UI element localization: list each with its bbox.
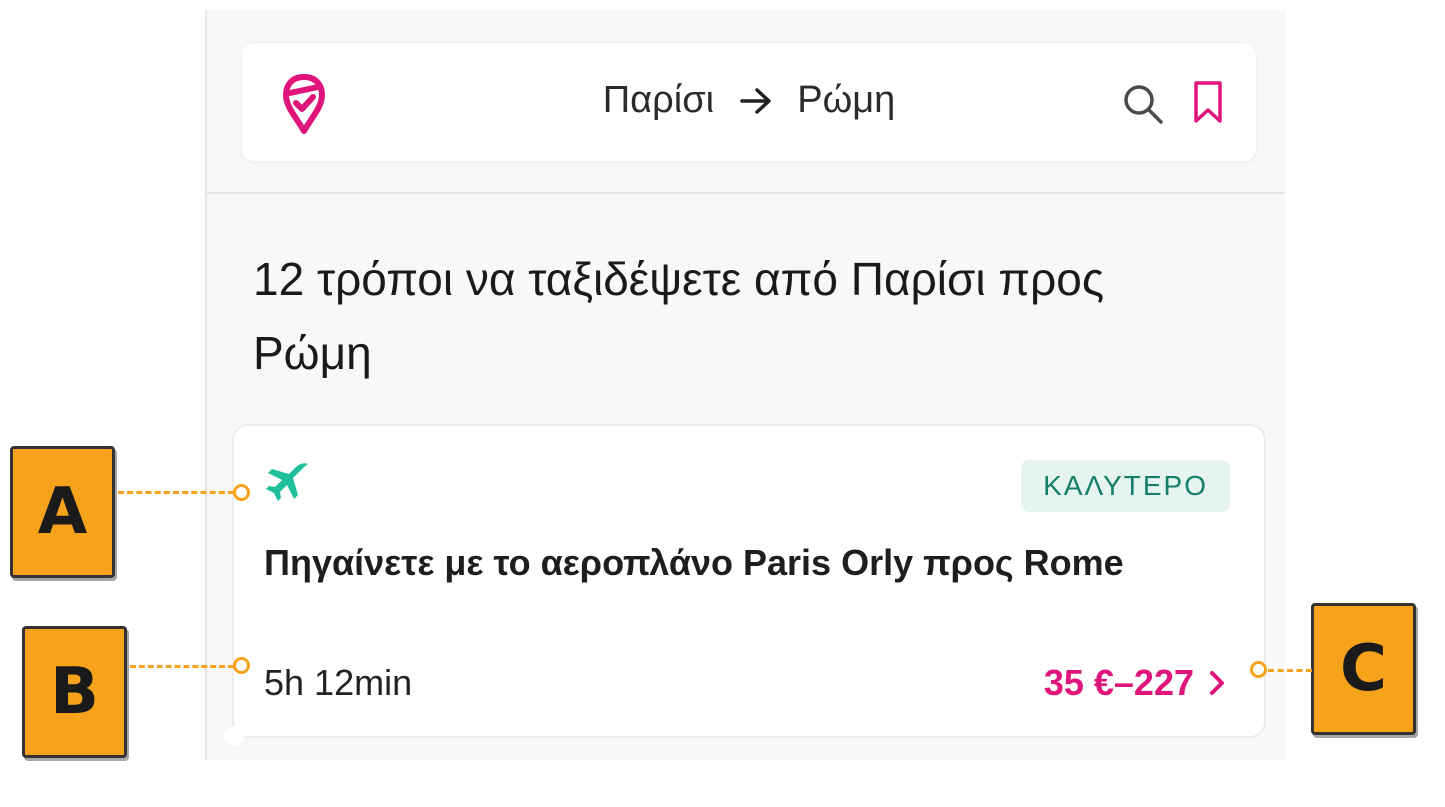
top-search-bar: Παρίσι Ρώμη [242, 43, 1256, 161]
bookmark-icon[interactable] [1190, 79, 1226, 125]
arrow-right-icon [739, 88, 771, 114]
annotation-label-a: A [10, 446, 115, 578]
trip-duration: 5h 12min [264, 662, 413, 703]
annotation-marker-b [233, 657, 250, 674]
scroll-indicator [224, 726, 244, 746]
airplane-icon [266, 463, 308, 501]
page-title: 12 τρόποι να ταξιδέψετε από Παρίσι προς … [253, 253, 1104, 379]
annotation-line-c [1268, 669, 1312, 672]
app-screen: Παρίσι Ρώμη 12 τρόποι να ταξιδέψετε από … [205, 10, 1285, 760]
price-text: 35 €–227 [1043, 662, 1194, 703]
result-title: Πηγαίνετε με το αεροπλάνο Paris Orly προ… [264, 542, 1124, 583]
annotation-marker-a [233, 484, 250, 501]
annotation-label-c: C [1311, 603, 1416, 735]
destination-city: Ρώμη [797, 79, 896, 121]
header-divider [207, 192, 1285, 194]
best-badge: ΚΑΛΥΤΕΡΟ [1021, 460, 1230, 512]
annotation-line-a [118, 491, 234, 494]
search-icon[interactable] [1120, 81, 1166, 127]
annotation-label-b: B [22, 626, 127, 758]
result-card-flight[interactable]: ΚΑΛΥΤΕΡΟ Πηγαίνετε με το αεροπλάνο Paris… [232, 424, 1266, 738]
price-range: 35 €–227 [1044, 662, 1226, 704]
chevron-right-icon [1210, 671, 1224, 695]
annotation-line-b [130, 665, 234, 668]
route-title[interactable]: Παρίσι Ρώμη [242, 79, 1256, 122]
annotation-marker-c [1250, 661, 1267, 678]
origin-city: Παρίσι [602, 79, 715, 121]
